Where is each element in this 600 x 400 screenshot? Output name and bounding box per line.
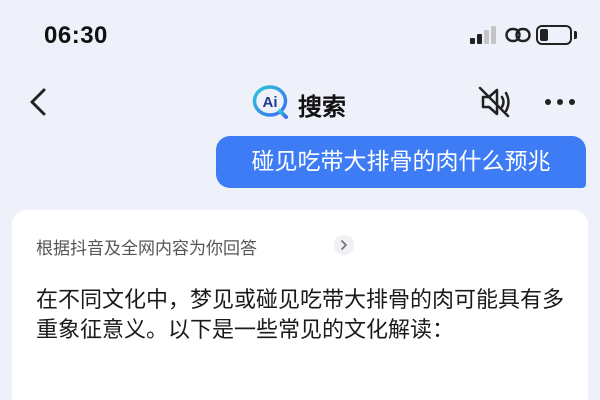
nav-bar: Ai 搜索 [0,72,600,132]
status-bar: 06:30 [0,0,600,70]
ai-logo: Ai [252,84,292,120]
more-icon [545,99,575,105]
back-icon [30,88,46,116]
link-icon [505,25,531,45]
mute-icon [478,86,510,118]
answer-paragraph: 在不同文化中，梦见或碰见吃带大排骨的肉可能具有多重象征意义。以下是一些常见的文化… [36,288,565,343]
logo-text: Ai [263,94,278,111]
answer-card: 根据抖音及全网内容为你回答 在不同文化中，梦见或碰见吃带大排骨的肉可能具有多重象… [12,210,588,400]
back-button[interactable] [22,84,58,120]
status-time: 06:30 [44,22,108,49]
user-query-bubble: 碰见吃带大排骨的肉什么预兆 [216,136,586,188]
battery-icon [536,25,578,45]
source-link[interactable]: 根据抖音及全网内容为你回答 [36,234,257,259]
more-button[interactable] [540,86,580,118]
page-title: 搜索 [298,93,346,121]
signal-icon [470,26,500,44]
mute-button[interactable] [478,86,514,118]
chevron-right-icon[interactable] [334,235,354,255]
